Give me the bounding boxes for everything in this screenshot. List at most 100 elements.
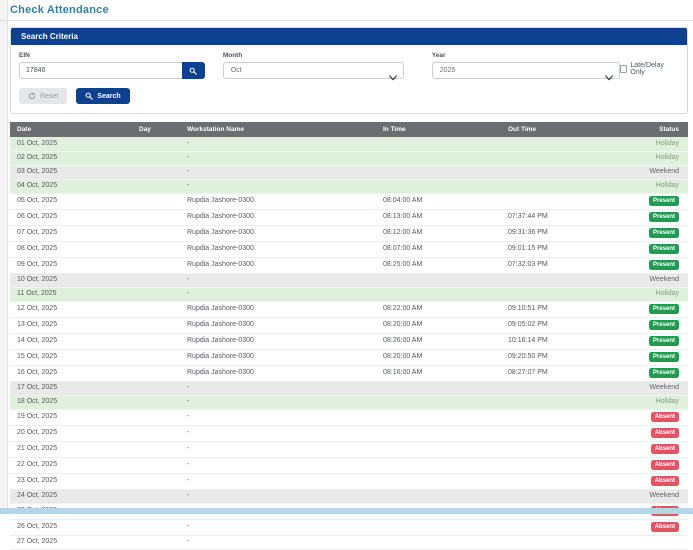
ein-input[interactable] (19, 62, 182, 79)
search-icon (189, 67, 197, 75)
status-cell: Weekend (626, 381, 688, 395)
late-delay-label: Late/Delay Only (630, 62, 679, 76)
workstation-cell: - (180, 165, 376, 179)
day-cell (132, 165, 180, 179)
month-label: Month (223, 52, 404, 59)
table-row: 19 Oct, 2025-Absent (10, 409, 688, 425)
status-cell (626, 535, 688, 549)
status-text: Weekend (650, 168, 679, 175)
table-row: 16 Oct, 2025Rupdia Jashore-030008:16:00 … (10, 365, 688, 381)
attendance-table: Date Day Workstation Name In Time Out Ti… (10, 122, 688, 550)
out-time-cell: 09:01:15 PM (501, 241, 626, 257)
in-time-cell (376, 473, 501, 489)
status-badge: Present (649, 244, 679, 254)
workstation-cell: Rupdia Jashore-0300 (180, 333, 376, 349)
table-row: 20 Oct, 2025 - Absent (10, 425, 688, 441)
out-time-cell (501, 457, 626, 473)
table-row: 27 Oct, 2025- (10, 535, 688, 549)
in-time-cell: 08:07:00 AM (376, 241, 501, 257)
workstation-cell: - (180, 457, 376, 473)
search-criteria-header: Search Criteria (11, 28, 687, 45)
in-time-cell (376, 425, 501, 441)
in-time-cell: 08:13:00 AM (376, 209, 501, 225)
status-cell: Weekend (626, 489, 688, 503)
out-time-cell: 08:27:07 PM (501, 365, 626, 381)
ein-field: EIN (19, 52, 205, 79)
reset-button[interactable]: Reset (19, 88, 67, 104)
workstation-cell: - (180, 425, 376, 441)
status-text: Holiday (656, 398, 679, 405)
day-cell (132, 349, 180, 365)
table-row: 14 Oct, 2025Rupdia Jashore-030008:26:00 … (10, 333, 688, 349)
in-time-cell: 08:25:00 AM (376, 257, 501, 273)
workstation-cell: Rupdia Jashore-0300 (180, 241, 376, 257)
out-time-cell: 07:32:03 PM (501, 257, 626, 273)
workstation-cell: - (180, 151, 376, 165)
day-cell (132, 457, 180, 473)
out-time-cell (501, 273, 626, 287)
workstation-cell: - (180, 441, 376, 457)
workstation-cell: - (180, 519, 376, 535)
date-cell: 05 Oct, 2025 (10, 193, 132, 209)
in-time-cell (376, 535, 501, 549)
ein-search-button[interactable] (182, 62, 205, 79)
table-row: 26 Oct, 2025-Absent (10, 519, 688, 535)
month-select-value: Oct (224, 67, 242, 74)
in-time-cell: 08:12:00 AM (376, 225, 501, 241)
workstation-cell: - (180, 273, 376, 287)
table-row: 12 Oct, 2025Rupdia Jashore-030008:22:00 … (10, 301, 688, 317)
status-badge: Absent (651, 522, 679, 532)
in-time-cell (376, 409, 501, 425)
status-cell: Weekend (626, 165, 688, 179)
ein-label: EIN (19, 52, 205, 59)
month-select[interactable]: Oct (223, 62, 404, 79)
page-title: Check Attendance (10, 0, 688, 16)
status-cell: Weekend (626, 273, 688, 287)
table-row: 11 Oct, 2025-Holiday (10, 287, 688, 301)
date-cell: 19 Oct, 2025 (10, 409, 132, 425)
workstation-cell: Rupdia Jashore-0300 (180, 225, 376, 241)
status-badge: Present (649, 196, 679, 206)
bottom-scroll-strip[interactable] (0, 508, 693, 514)
table-row: 01 Oct, 2025-Holiday (10, 137, 688, 151)
out-time-cell (501, 425, 626, 441)
date-cell: 17 Oct, 2025 (10, 381, 132, 395)
out-time-cell (501, 535, 626, 549)
status-text: Holiday (656, 140, 679, 147)
date-cell: 20 Oct, 2025 (10, 425, 132, 441)
out-time-cell (501, 165, 626, 179)
date-cell: 18 Oct, 2025 (10, 395, 132, 409)
status-cell: Present (626, 241, 688, 257)
status-badge: Present (649, 320, 679, 330)
status-cell: Holiday (626, 151, 688, 165)
table-row: 04 Oct, 2025-Holiday (10, 179, 688, 193)
workstation-cell: Rupdia Jashore-0300 (180, 349, 376, 365)
table-row: 18 Oct, 2025-Holiday (10, 395, 688, 409)
date-cell: 14 Oct, 2025 (10, 333, 132, 349)
status-cell: Present (626, 257, 688, 273)
status-text: Weekend (650, 492, 679, 499)
day-cell (132, 365, 180, 381)
workstation-cell: - (180, 473, 376, 489)
day-cell (132, 333, 180, 349)
out-time-cell (501, 179, 626, 193)
in-time-cell (376, 151, 501, 165)
date-cell: 07 Oct, 2025 (10, 225, 132, 241)
date-cell: 24 Oct, 2025 (10, 489, 132, 503)
status-cell: Absent (626, 425, 688, 441)
search-button[interactable]: Search (76, 88, 129, 104)
late-delay-checkbox[interactable] (620, 65, 628, 73)
workstation-cell: Rupdia Jashore-0300 (180, 193, 376, 209)
date-cell: 23 Oct, 2025 (10, 473, 132, 489)
status-cell: Absent (626, 519, 688, 535)
date-cell: 02 Oct, 2025 (10, 151, 132, 165)
status-text: Weekend (650, 276, 679, 283)
date-cell: 27 Oct, 2025 (10, 535, 132, 549)
out-time-cell (501, 409, 626, 425)
in-time-cell: 08:22:00 AM (376, 301, 501, 317)
table-header-row: Date Day Workstation Name In Time Out Ti… (10, 122, 688, 137)
year-select[interactable]: 2025 (432, 62, 620, 79)
in-time-cell (376, 165, 501, 179)
status-badge: Present (649, 352, 679, 362)
status-cell: Absent (626, 409, 688, 425)
